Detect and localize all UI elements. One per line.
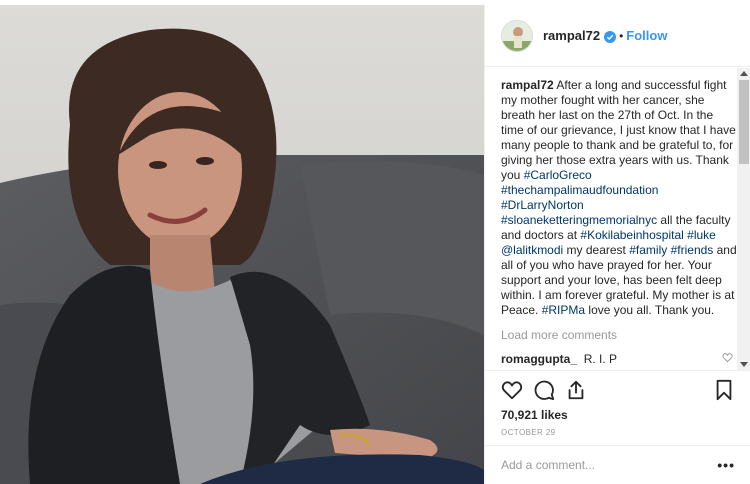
header-separator: • bbox=[619, 28, 624, 43]
caption-username[interactable]: rampal72 bbox=[501, 78, 554, 92]
caption-text: After a long and successful fight my mot… bbox=[501, 78, 737, 317]
scroll-up-icon[interactable] bbox=[740, 71, 748, 76]
hashtag-link[interactable]: #luke bbox=[687, 228, 716, 242]
comment-icon[interactable] bbox=[533, 379, 555, 401]
hashtag-link[interactable]: #Kokilabeinhospital bbox=[580, 228, 683, 242]
comments-list[interactable]: rampal72 After a long and successful fig… bbox=[485, 68, 737, 370]
hashtag-link[interactable]: #sloaneketteringmemorialnyc bbox=[501, 213, 657, 227]
follow-button[interactable]: Follow bbox=[626, 28, 667, 43]
post-image-illustration bbox=[0, 5, 484, 484]
post-sidebar: rampal72 • Follow rampal72 After a long … bbox=[484, 5, 750, 484]
comment-like-icon[interactable] bbox=[722, 352, 733, 366]
comment-text: R. I. P bbox=[583, 352, 618, 366]
bookmark-icon[interactable] bbox=[713, 379, 735, 401]
post-image[interactable] bbox=[0, 5, 484, 484]
hashtag-link[interactable]: #RIPMa bbox=[542, 303, 585, 317]
post-header: rampal72 • Follow bbox=[485, 5, 750, 67]
comment-input[interactable]: Add a comment... bbox=[501, 458, 717, 472]
post-actions bbox=[485, 370, 750, 410]
comment-item: romaggupta_ R. I. P bbox=[501, 352, 733, 366]
hashtag-link[interactable]: #DrLarryNorton bbox=[501, 198, 584, 212]
post-caption: rampal72 After a long and successful fig… bbox=[501, 78, 737, 318]
heart-icon[interactable] bbox=[501, 379, 523, 401]
comments-scrollbar[interactable] bbox=[737, 68, 750, 370]
likes-count[interactable]: 70,921 likes bbox=[501, 408, 568, 422]
avatar-image bbox=[502, 20, 532, 51]
scrollbar-thumb[interactable] bbox=[739, 80, 749, 164]
avatar[interactable] bbox=[501, 19, 533, 52]
caption-text-segment: my dearest bbox=[563, 243, 630, 257]
add-comment-bar: Add a comment... ••• bbox=[485, 445, 750, 484]
post-date: OCTOBER 29 bbox=[501, 428, 556, 437]
hashtag-link[interactable]: @lalitkmodi bbox=[501, 243, 563, 257]
hashtag-link[interactable]: #friends bbox=[671, 243, 714, 257]
caption-text-segment: After a long and successful fight my mot… bbox=[501, 78, 736, 182]
more-options-button[interactable]: ••• bbox=[717, 457, 735, 473]
hashtag-link[interactable]: #thechampalimaudfoundation bbox=[501, 183, 658, 197]
caption-text-segment: love you all. Thank you. bbox=[585, 303, 715, 317]
share-icon[interactable] bbox=[565, 379, 587, 401]
load-more-comments-button[interactable]: Load more comments bbox=[501, 328, 737, 342]
hashtag-link[interactable]: #family bbox=[629, 243, 667, 257]
username-link[interactable]: rampal72 bbox=[543, 28, 600, 43]
comment-username[interactable]: romaggupta_ bbox=[501, 352, 577, 366]
verified-badge-icon bbox=[604, 30, 617, 43]
scroll-down-icon[interactable] bbox=[740, 362, 748, 367]
hashtag-link[interactable]: #CarloGreco bbox=[524, 168, 592, 182]
